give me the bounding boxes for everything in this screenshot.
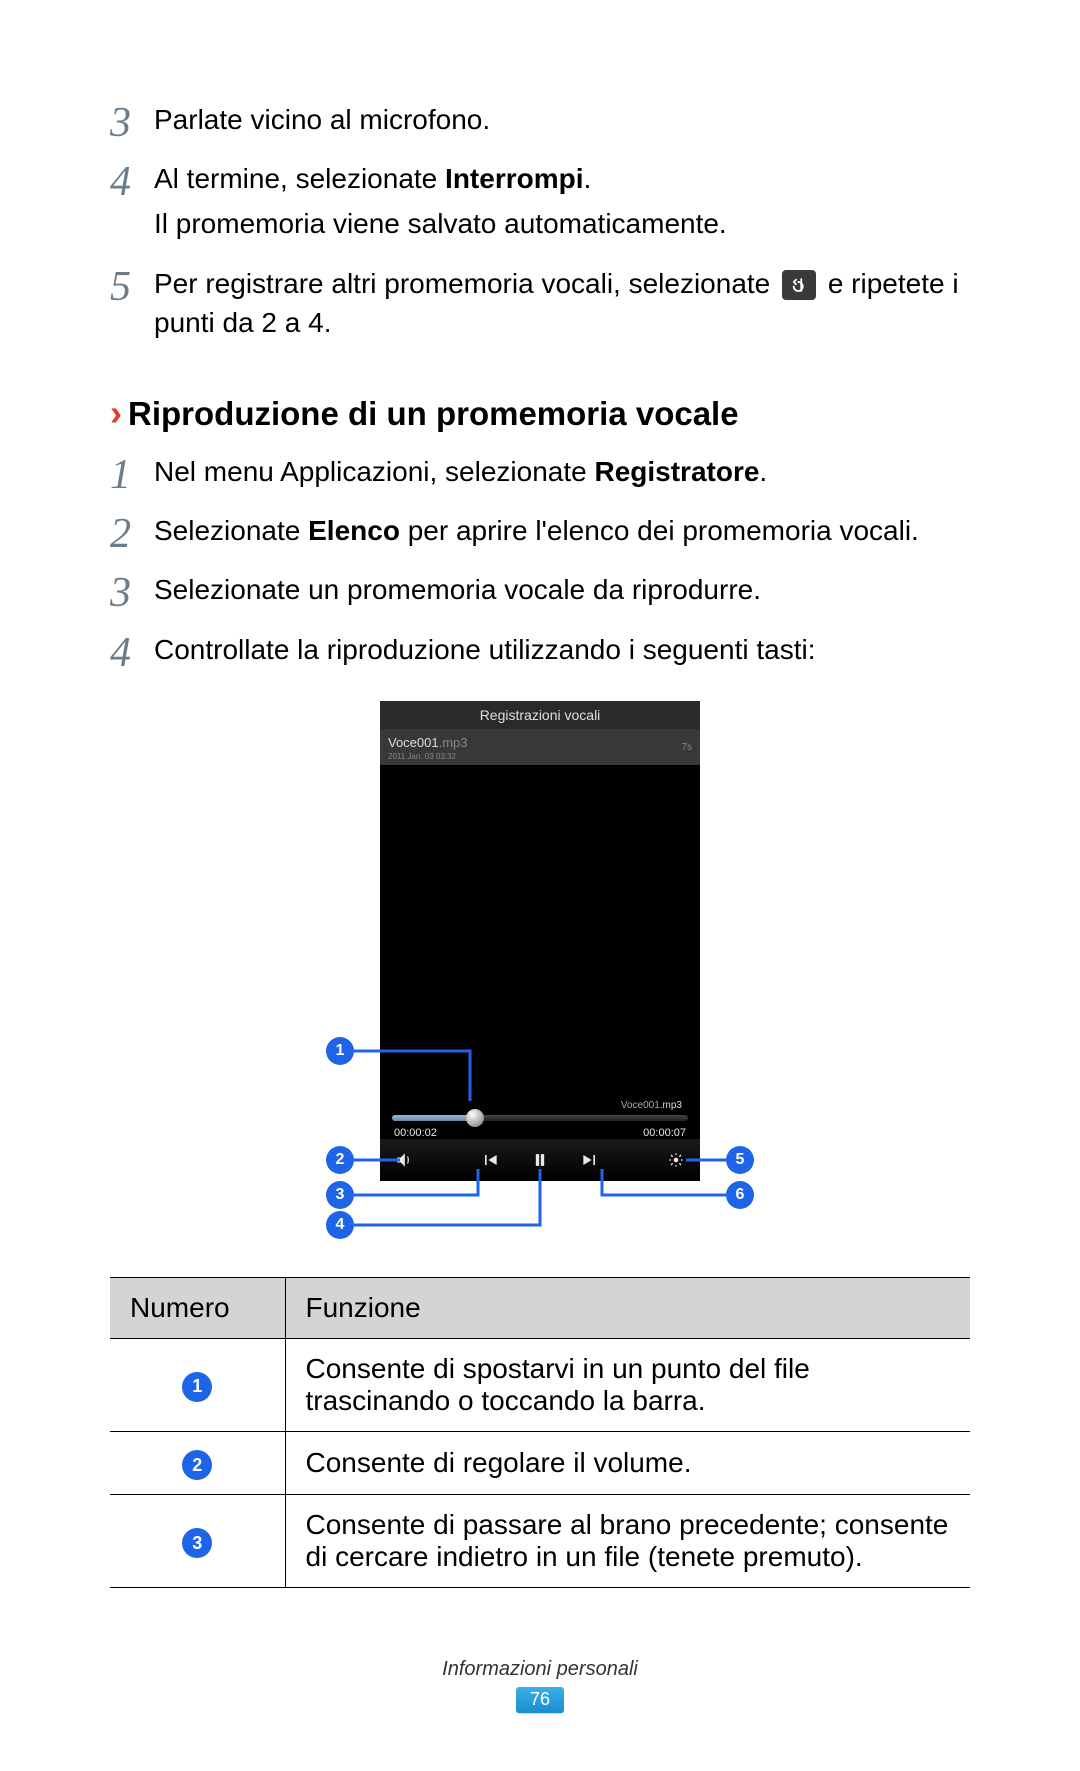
phone-file-row: Voce001.mp3 2011 Jan. 03 03:32 7s xyxy=(380,729,700,765)
badge-icon: 1 xyxy=(182,1372,212,1402)
text-pre: Selezionate xyxy=(154,515,308,546)
step-number: 4 xyxy=(110,159,154,203)
step-number: 1 xyxy=(110,452,154,496)
phone-header: Registrazioni vocali xyxy=(380,701,700,729)
sub-step-3: 3 Selezionate un promemoria vocale da ri… xyxy=(110,570,970,615)
text-pre: Al termine, selezionate xyxy=(154,163,445,194)
file-name: Voce001.mp3 xyxy=(388,735,468,750)
footer: Informazioni personali 76 xyxy=(0,1658,1080,1713)
next-icon[interactable] xyxy=(580,1150,600,1170)
step-4: 4 Al termine, selezionate Interrompi. Il… xyxy=(110,159,970,249)
step-body: Controllate la riproduzione utilizzando … xyxy=(154,630,970,675)
marker-2: 2 xyxy=(326,1146,354,1174)
text-pre: Per registrare altri promemoria vocali, … xyxy=(154,268,778,299)
marker-4: 4 xyxy=(326,1211,354,1239)
shuffle-icon[interactable] xyxy=(666,1150,686,1170)
file-date: 2011 Jan. 03 03:32 xyxy=(388,752,468,761)
np-ext: .mp3 xyxy=(660,1100,682,1111)
step-number: 4 xyxy=(110,630,154,674)
volume-icon[interactable] xyxy=(394,1150,414,1170)
th-number: Numero xyxy=(110,1277,285,1338)
text-post: . xyxy=(759,456,767,487)
seek-knob[interactable] xyxy=(466,1109,484,1127)
step-text: Il promemoria viene salvato automaticame… xyxy=(154,204,970,243)
text-bold: Elenco xyxy=(308,515,400,546)
step-text: Nel menu Applicazioni, selezionate Regis… xyxy=(154,452,970,491)
player: Voce001.mp3 00:00:02 00:00:07 xyxy=(380,1100,700,1139)
cell-marker: 3 xyxy=(110,1495,285,1588)
controls-bar xyxy=(380,1139,700,1181)
sub-step-2: 2 Selezionate Elenco per aprire l'elenco… xyxy=(110,511,970,556)
file-info: Voce001.mp3 2011 Jan. 03 03:32 xyxy=(388,735,468,761)
section-header: › Riproduzione di un promemoria vocale xyxy=(110,392,970,434)
text-bold: Registratore xyxy=(594,456,759,487)
pause-icon[interactable] xyxy=(530,1150,550,1170)
footer-section-name: Informazioni personali xyxy=(0,1658,1080,1681)
text-pre: Nel menu Applicazioni, selezionate xyxy=(154,456,594,487)
time-total: 00:00:07 xyxy=(643,1127,686,1139)
marker-5: 5 xyxy=(726,1146,754,1174)
transport-group xyxy=(480,1150,600,1170)
chevron-icon: › xyxy=(110,392,122,434)
file-basename: Voce001 xyxy=(388,735,439,750)
marker-6: 6 xyxy=(726,1181,754,1209)
step-3: 3 Parlate vicino al microfono. xyxy=(110,100,970,145)
step-number: 3 xyxy=(110,570,154,614)
step-text: Parlate vicino al microfono. xyxy=(154,100,970,139)
cell-marker: 1 xyxy=(110,1338,285,1431)
sub-step-4: 4 Controllate la riproduzione utilizzand… xyxy=(110,630,970,675)
device-illustration: Registrazioni vocali Voce001.mp3 2011 Ja… xyxy=(110,701,970,1231)
table-row: 1 Consente di spostarvi in un punto del … xyxy=(110,1338,970,1431)
function-table: Numero Funzione 1 Consente di spostarvi … xyxy=(110,1277,970,1589)
nowplaying-label: Voce001.mp3 xyxy=(392,1100,688,1111)
step-text: Per registrare altri promemoria vocali, … xyxy=(154,264,970,342)
sub-step-1: 1 Nel menu Applicazioni, selezionate Reg… xyxy=(110,452,970,497)
step-body: Per registrare altri promemoria vocali, … xyxy=(154,264,970,348)
time-elapsed: 00:00:02 xyxy=(394,1127,437,1139)
step-number: 3 xyxy=(110,100,154,144)
file-ext: .mp3 xyxy=(439,735,468,750)
phone-screen: Registrazioni vocali Voce001.mp3 2011 Ja… xyxy=(380,701,700,1181)
marker-1: 1 xyxy=(326,1037,354,1065)
step-text: Selezionate un promemoria vocale da ripr… xyxy=(154,570,970,609)
step-number: 5 xyxy=(110,264,154,308)
th-function: Funzione xyxy=(285,1277,970,1338)
step-body: Nel menu Applicazioni, selezionate Regis… xyxy=(154,452,970,497)
cell-desc: Consente di passare al brano precedente;… xyxy=(285,1495,970,1588)
badge-icon: 2 xyxy=(182,1450,212,1480)
step-body: Al termine, selezionate Interrompi. Il p… xyxy=(154,159,970,249)
step-text: Selezionate Elenco per aprire l'elenco d… xyxy=(154,511,970,550)
cell-desc: Consente di spostarvi in un punto del fi… xyxy=(285,1338,970,1431)
text-post: . xyxy=(584,163,592,194)
step-body: Parlate vicino al microfono. xyxy=(154,100,970,145)
np-name: Voce001 xyxy=(621,1100,660,1111)
text-post: per aprire l'elenco dei promemoria vocal… xyxy=(400,515,919,546)
section-title: Riproduzione di un promemoria vocale xyxy=(128,395,739,433)
text-bold: Interrompi xyxy=(445,163,583,194)
file-duration: 7s xyxy=(681,742,692,753)
cell-desc: Consente di regolare il volume. xyxy=(285,1431,970,1495)
page-number-badge: 76 xyxy=(516,1687,564,1713)
phone-body: Voce001.mp3 00:00:02 00:00:07 xyxy=(380,765,700,1181)
step-body: Selezionate Elenco per aprire l'elenco d… xyxy=(154,511,970,556)
page: 3 Parlate vicino al microfono. 4 Al term… xyxy=(0,0,1080,1771)
table-row: 2 Consente di regolare il volume. xyxy=(110,1431,970,1495)
previous-icon[interactable] xyxy=(480,1150,500,1170)
back-icon xyxy=(782,270,816,300)
step-number: 2 xyxy=(110,511,154,555)
step-text: Controllate la riproduzione utilizzando … xyxy=(154,630,970,669)
marker-3: 3 xyxy=(326,1181,354,1209)
step-5: 5 Per registrare altri promemoria vocali… xyxy=(110,264,970,348)
table-row: 3 Consente di passare al brano precedent… xyxy=(110,1495,970,1588)
seek-fill xyxy=(392,1115,475,1121)
time-row: 00:00:02 00:00:07 xyxy=(392,1127,688,1139)
badge-icon: 3 xyxy=(182,1528,212,1558)
seek-bar[interactable] xyxy=(392,1115,688,1121)
cell-marker: 2 xyxy=(110,1431,285,1495)
step-text: Al termine, selezionate Interrompi. xyxy=(154,159,970,198)
step-body: Selezionate un promemoria vocale da ripr… xyxy=(154,570,970,615)
